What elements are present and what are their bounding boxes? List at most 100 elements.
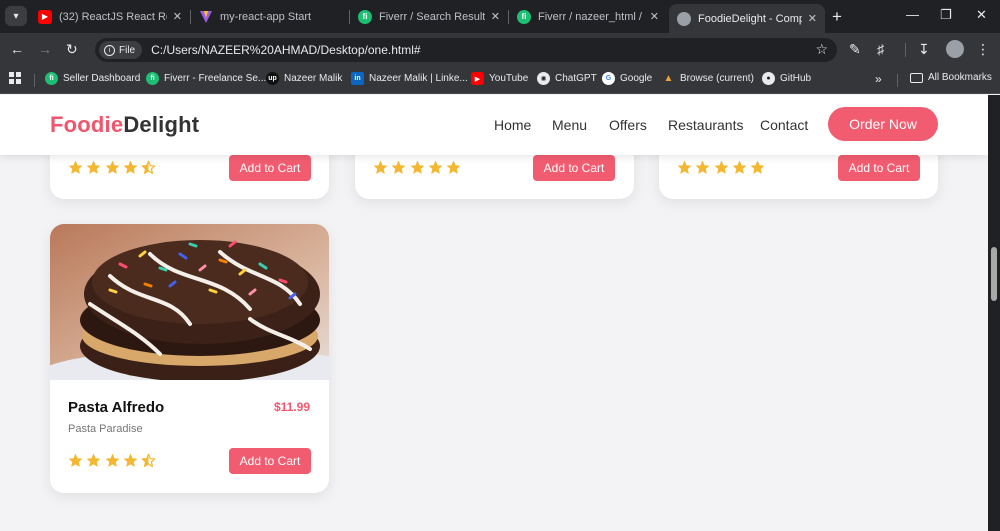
nav-contact[interactable]: Contact <box>760 117 808 133</box>
star-icon <box>123 453 137 467</box>
profile-avatar[interactable] <box>946 40 964 58</box>
fiverr-icon: fi <box>358 9 372 24</box>
add-to-cart-button[interactable]: Add to Cart <box>838 155 920 181</box>
reload-icon[interactable]: ↻ <box>66 41 78 58</box>
all-bookmarks[interactable]: All Bookmarks <box>910 72 992 83</box>
close-icon[interactable]: ✕ <box>650 10 659 23</box>
new-tab-icon[interactable]: + <box>832 7 842 27</box>
browser-toolbar: ← → ↻ i File C:/Users/NAZEER%20AHMAD/Des… <box>0 33 1000 66</box>
extensions-icon[interactable]: ♯ <box>877 41 884 57</box>
back-icon[interactable]: ← <box>10 41 24 57</box>
star-icon <box>87 453 101 467</box>
nav-offers[interactable]: Offers <box>609 117 647 133</box>
google-icon: G <box>602 72 615 85</box>
folder-icon <box>910 72 923 83</box>
download-icon[interactable]: ↧ <box>918 41 930 58</box>
star-icon <box>105 160 119 174</box>
bookmark-fiverr-freelance[interactable]: fi Fiverr - Freelance Se... <box>146 72 266 85</box>
bookmark-github[interactable]: ● GitHub <box>762 72 811 85</box>
food-price: $11.99 <box>273 400 310 414</box>
eyedropper-icon[interactable]: ✎ <box>849 41 861 58</box>
nav-home[interactable]: Home <box>494 117 531 133</box>
star-half-icon <box>141 160 156 174</box>
star-icon <box>714 160 728 174</box>
food-card-pasta-alfredo: Pasta Alfredo $11.99 Pasta Paradise Add … <box>50 224 329 493</box>
bookmark-divider <box>34 74 35 87</box>
bookmark-nazeer-malik-upwork[interactable]: up Nazeer Malik <box>266 72 342 85</box>
site-info-chip[interactable]: i File <box>99 41 143 59</box>
star-icon <box>428 160 442 174</box>
bookmark-browse-current[interactable]: ▲ Browse (current) <box>662 72 754 85</box>
star-icon <box>410 160 424 174</box>
fiverr-icon: fi <box>517 9 531 24</box>
add-to-cart-button[interactable]: Add to Cart <box>229 448 311 474</box>
nav-restaurants[interactable]: Restaurants <box>668 117 743 133</box>
star-icon <box>123 160 137 174</box>
more-bookmarks-icon[interactable]: » <box>875 72 882 86</box>
star-icon <box>392 160 406 174</box>
github-icon: ● <box>762 72 775 85</box>
bookmark-youtube[interactable]: ▶ YouTube <box>471 72 528 85</box>
chevron-down-icon: ▾ <box>13 10 19 22</box>
browse-icon: ▲ <box>663 73 674 84</box>
bookmark-seller-dashboard[interactable]: fi Seller Dashboard <box>45 72 140 85</box>
bookmarks-bar: fi Seller Dashboard fi Fiverr - Freelanc… <box>0 66 1000 94</box>
more-menu-icon[interactable]: ⋮ <box>976 41 990 58</box>
upwork-icon: up <box>266 72 279 85</box>
fiverr-icon: fi <box>146 72 159 85</box>
star-icon <box>447 160 461 174</box>
page-viewport: FoodieDelight Home Menu Offers Restauran… <box>0 95 988 531</box>
bookmark-divider <box>897 74 898 87</box>
add-to-cart-button[interactable]: Add to Cart <box>229 155 311 181</box>
forward-icon[interactable]: → <box>38 41 52 57</box>
browser-tab-3[interactable]: fi Fiverr / Search Results fo ✕ <box>350 4 508 29</box>
close-icon[interactable]: ✕ <box>173 10 182 23</box>
star-icon <box>68 453 83 467</box>
bookmark-nazeer-malik-linkedin[interactable]: in Nazeer Malik | Linke... <box>351 72 468 85</box>
bookmark-star-icon[interactable]: ☆ <box>815 41 828 58</box>
bookmark-chatgpt[interactable]: ✺ ChatGPT <box>537 72 597 85</box>
address-bar[interactable]: i File C:/Users/NAZEER%20AHMAD/Desktop/o… <box>95 38 837 62</box>
apps-grid-icon[interactable] <box>9 72 21 84</box>
minimize-icon[interactable]: — <box>906 7 919 22</box>
site-logo[interactable]: FoodieDelight <box>50 112 199 138</box>
toolbar-divider <box>905 43 906 57</box>
close-icon[interactable]: ✕ <box>808 12 817 25</box>
add-to-cart-button[interactable]: Add to Cart <box>533 155 615 181</box>
star-icon <box>677 160 692 174</box>
tab-search-button[interactable]: ▾ <box>5 6 27 26</box>
restore-icon[interactable]: ❐ <box>940 7 952 23</box>
rating-stars <box>677 160 768 175</box>
star-icon <box>105 453 119 467</box>
star-icon <box>696 160 710 174</box>
star-icon <box>68 160 83 174</box>
browser-tab-2[interactable]: my-react-app Start <box>191 4 349 29</box>
vite-icon <box>199 10 213 24</box>
rating-stars <box>68 160 159 175</box>
restaurant-name: Pasta Paradise <box>68 423 143 435</box>
info-icon: i <box>104 44 115 56</box>
youtube-icon: ▶ <box>471 72 484 85</box>
browser-tab-4[interactable]: fi Fiverr / nazeer_html / Edi ✕ <box>509 4 667 29</box>
page-scrollbar[interactable] <box>988 95 1000 531</box>
star-icon <box>87 160 101 174</box>
browser-tab-1[interactable]: ▶ (32) ReactJS React Router ✕ <box>30 4 190 29</box>
browser-tab-5-active[interactable]: FoodieDelight - Complet ✕ <box>669 4 825 33</box>
donut-image <box>50 224 329 380</box>
url-text[interactable]: C:/Users/NAZEER%20AHMAD/Desktop/one.html… <box>151 43 420 57</box>
fiverr-icon: fi <box>45 72 58 85</box>
nav-menu[interactable]: Menu <box>552 117 587 133</box>
scrollbar-thumb[interactable] <box>991 247 997 301</box>
browser-tab-strip: ▾ ▶ (32) ReactJS React Router ✕ my-react… <box>0 0 1000 33</box>
star-icon <box>732 160 746 174</box>
order-now-button[interactable]: Order Now <box>828 107 938 141</box>
close-window-icon[interactable]: ✕ <box>976 7 987 23</box>
rating-stars <box>373 160 464 175</box>
star-icon <box>373 160 388 174</box>
star-icon <box>751 160 765 174</box>
linkedin-icon: in <box>351 72 364 85</box>
bookmark-google[interactable]: G Google <box>602 72 652 85</box>
youtube-icon: ▶ <box>38 9 52 24</box>
close-icon[interactable]: ✕ <box>491 10 500 23</box>
star-half-icon <box>141 453 156 467</box>
